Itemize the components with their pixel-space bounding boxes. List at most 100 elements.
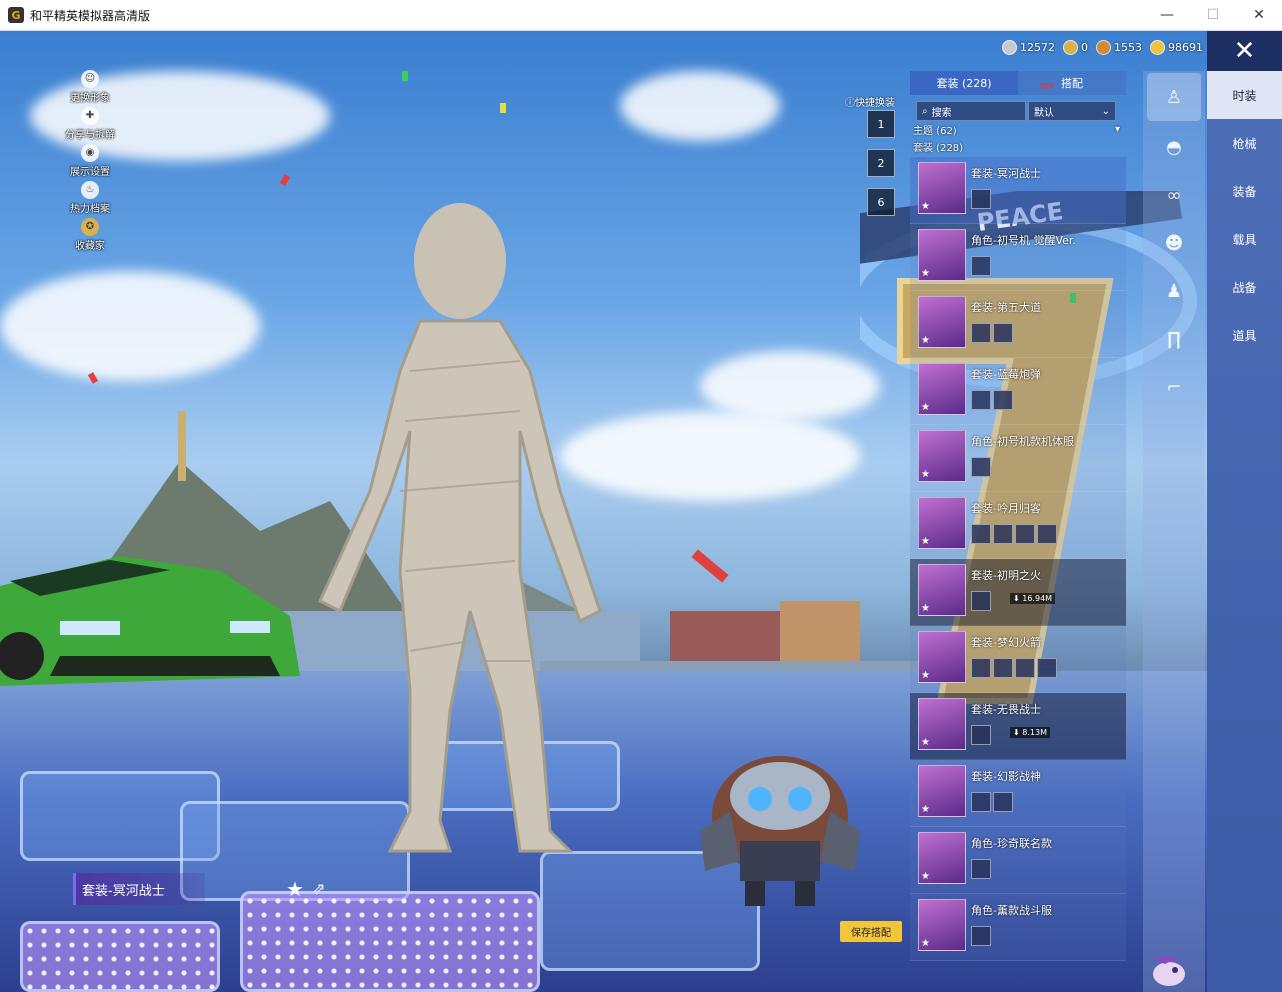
currency-bronze: 1553 xyxy=(1096,40,1142,55)
category-equipment[interactable]: 装备 xyxy=(1207,167,1282,215)
set-filter[interactable]: 套装 (228) xyxy=(913,138,1126,155)
confetti xyxy=(402,71,408,81)
quick-slot-1[interactable]: 1 xyxy=(867,110,895,138)
badge-icon: ✪ xyxy=(81,217,99,236)
favorite-star-icon[interactable]: ★ xyxy=(286,877,304,901)
sort-dropdown[interactable]: 默认 ⌄ xyxy=(1028,101,1116,121)
outfit-part xyxy=(971,323,991,343)
cloud xyxy=(0,271,260,381)
minimize-button[interactable]: — xyxy=(1144,0,1190,30)
tab-sets[interactable]: 套装 (228) xyxy=(910,71,1018,95)
share-icon: ✚ xyxy=(81,106,99,125)
outfit-part xyxy=(993,524,1013,544)
close-panel-button[interactable]: ✕ xyxy=(1207,31,1282,71)
player-character-mummy xyxy=(318,203,602,853)
star-icon: ★ xyxy=(921,804,930,815)
cloud xyxy=(700,351,880,421)
close-window-button[interactable]: ✕ xyxy=(1236,0,1282,30)
save-combo-button[interactable]: 保存搭配 xyxy=(840,921,902,942)
category-vehicles[interactable]: 载具 xyxy=(1207,215,1282,263)
star-icon: ★ xyxy=(921,201,930,212)
quick-change: ⓘ快捷换装 1 2 6 xyxy=(845,94,895,216)
category-guns[interactable]: 枪械 xyxy=(1207,119,1282,167)
gold-coin-icon xyxy=(1150,40,1165,55)
quick-slot-6[interactable]: 6 xyxy=(867,188,895,216)
chevron-down-icon: ⌄ xyxy=(1101,105,1110,117)
outfit-part xyxy=(971,926,991,946)
search-input[interactable]: ⌕ 搜索 xyxy=(916,101,1026,121)
outfit-row[interactable]: ★ 角色-薰款战斗服 xyxy=(910,894,1126,961)
search-row: ⌕ 搜索 默认 ⌄ xyxy=(916,101,1116,121)
outfit-row[interactable]: ★ 套装-吟月归客 xyxy=(910,492,1126,559)
category-items[interactable]: 道具 xyxy=(1207,311,1282,359)
currency-token: 0 xyxy=(1063,40,1088,55)
pants-icon[interactable]: ∏ xyxy=(1143,315,1205,363)
download-size-badge[interactable]: ⬇ 8.13M xyxy=(1010,727,1050,738)
search-icon: ⌕ xyxy=(922,105,928,117)
confetti xyxy=(279,174,291,186)
robot-pet xyxy=(700,756,860,906)
download-size-badge[interactable]: ⬇ 16.94M xyxy=(1010,593,1056,604)
outfit-thumbnail: ★ xyxy=(918,162,966,214)
heat-profile-button[interactable]: ♨ 热力档案 xyxy=(55,179,125,216)
display-settings-button[interactable]: ◉ 展示设置 xyxy=(55,142,125,179)
outfit-row[interactable]: ★ 角色-初号机 觉醒Ver. xyxy=(910,224,1126,291)
star-icon: ★ xyxy=(921,402,930,413)
change-avatar-button[interactable]: ☺ 更换形象 xyxy=(55,68,125,105)
outfit-part xyxy=(971,189,991,209)
mask-icon[interactable]: ☻ xyxy=(1143,219,1205,267)
star-icon: ★ xyxy=(921,938,930,949)
hat-icon[interactable]: ◓ xyxy=(1143,123,1205,171)
currency-gold: 98691 xyxy=(1150,40,1203,55)
outfit-part xyxy=(971,792,991,812)
outfit-row[interactable]: ★ 角色-珍奇联名款 xyxy=(910,827,1126,894)
quick-slot-2[interactable]: 2 xyxy=(867,149,895,177)
outfit-part xyxy=(971,859,991,879)
shoes-icon[interactable]: ⌐ xyxy=(1143,363,1205,411)
theme-filter[interactable]: 主题 (62) ▾ xyxy=(913,121,1126,138)
glasses-icon[interactable]: ∞ xyxy=(1143,171,1205,219)
outfit-part xyxy=(971,390,991,410)
outfit-row[interactable]: ★ 套装-幻影战神 xyxy=(910,760,1126,827)
collector-button[interactable]: ✪ 收藏家 xyxy=(55,216,125,253)
outfit-thumbnail: ★ xyxy=(918,698,966,750)
outfit-row[interactable]: ★ 套装-冥河战士 xyxy=(910,157,1126,224)
window-title: 和平精英模拟器高清版 xyxy=(30,8,151,23)
outfit-body-icon[interactable]: ♙ xyxy=(1147,73,1201,121)
panel-tabs: 套装 (228) 搭配 xyxy=(910,71,1126,95)
avatar-icon: ☺ xyxy=(81,69,99,88)
outfit-part xyxy=(1037,658,1057,678)
sub-category-rail: ♙ ◓ ∞ ☻ ♟ ∏ ⌐ xyxy=(1143,71,1205,992)
green-sports-car xyxy=(0,556,300,686)
outfit-thumbnail: ★ xyxy=(918,296,966,348)
share-icon[interactable]: ⇗ xyxy=(312,879,325,898)
outfit-part xyxy=(993,390,1013,410)
outfit-panel: 套装 (228) 搭配 ⌕ 搜索 默认 ⌄ 主题 (62) ▾ 套装 (228) ★ … xyxy=(910,71,1126,992)
outfit-part xyxy=(971,658,991,678)
star-icon: ★ xyxy=(921,737,930,748)
outfit-row[interactable]: ★ 套装-第五大道 xyxy=(910,291,1126,358)
outfit-list: ★ 套装-冥河战士 ★ 角色-初号机 觉醒Ver. ★ 套装-第五大道 ★ 套装… xyxy=(910,157,1126,961)
star-icon: ★ xyxy=(921,469,930,480)
outfit-row[interactable]: ★ 角色-初号机款机体服 xyxy=(910,425,1126,492)
top-icon[interactable]: ♟ xyxy=(1143,267,1205,315)
star-icon: ★ xyxy=(921,268,930,279)
quick-change-label: ⓘ快捷换装 xyxy=(845,98,895,109)
maximize-button[interactable]: ☐ xyxy=(1190,0,1236,30)
star-icon: ★ xyxy=(921,871,930,882)
outfit-row[interactable]: ★ 套装-初明之火 ⬇ 16.94M xyxy=(910,559,1126,626)
pony-mascot xyxy=(1153,955,1185,986)
outfit-part xyxy=(971,591,991,611)
outfit-thumbnail: ★ xyxy=(918,765,966,817)
tab-combos[interactable]: 搭配 xyxy=(1018,71,1126,95)
share-breakdown-button[interactable]: ✚ 分享与拆解 xyxy=(55,105,125,142)
outfit-thumbnail: ★ xyxy=(918,229,966,281)
outfit-row[interactable]: ★ 套装-无畏战士 ⬇ 8.13M xyxy=(910,693,1126,760)
category-battle-prep[interactable]: 战备 xyxy=(1207,263,1282,311)
outfit-thumbnail: ★ xyxy=(918,564,966,616)
category-fashion[interactable]: 时装 xyxy=(1207,71,1282,119)
outfit-row[interactable]: ★ 套装-蓝莓炮弹 xyxy=(910,358,1126,425)
outfit-row[interactable]: ★ 套装-梦幻火箭 xyxy=(910,626,1126,693)
star-icon: ★ xyxy=(921,536,930,547)
silver-coin-icon xyxy=(1002,40,1017,55)
